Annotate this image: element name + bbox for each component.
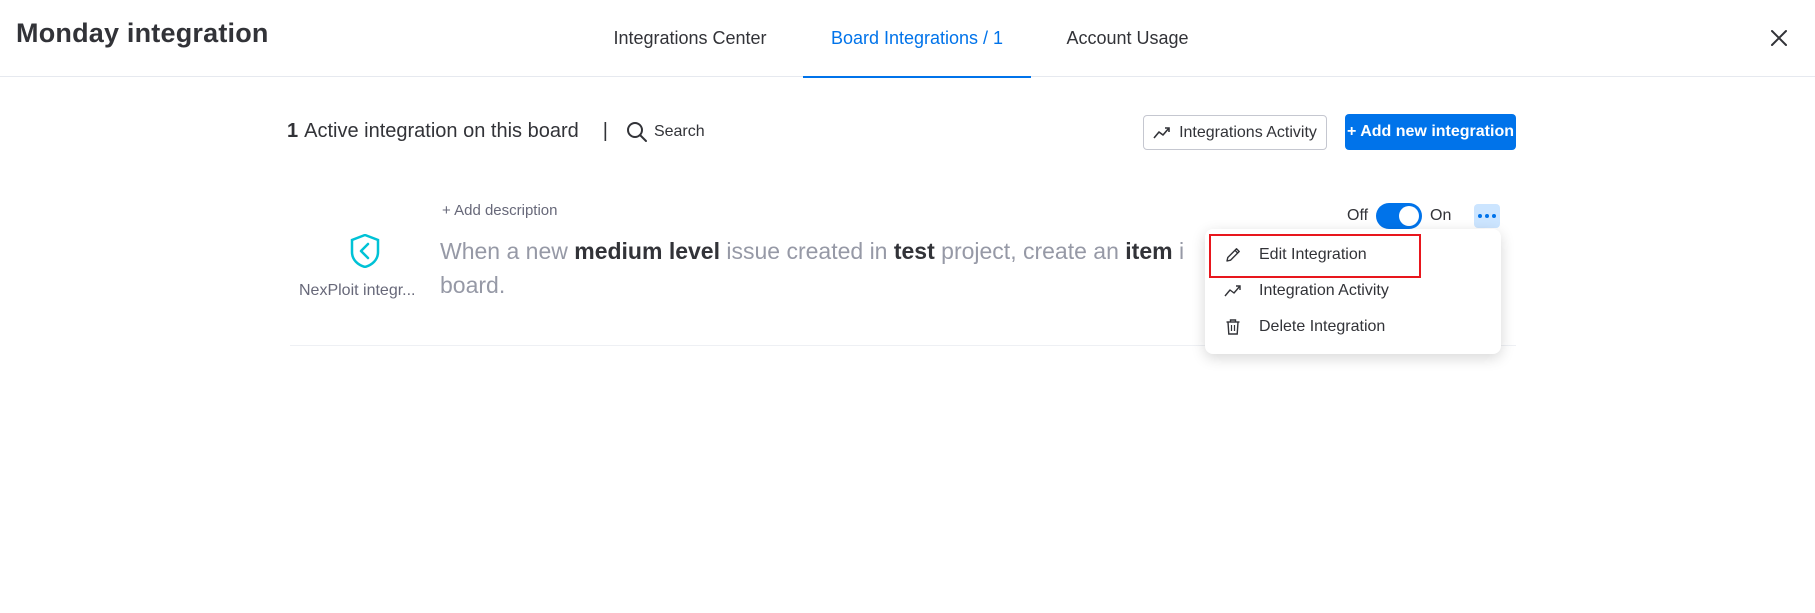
integration-app-name: NexPloit integr...: [299, 282, 416, 299]
tab-integrations-center[interactable]: Integrations Center: [594, 0, 786, 77]
recipe-field: item: [1125, 238, 1173, 264]
recipe-field: medium level: [574, 238, 720, 264]
menu-item-label: Delete Integration: [1259, 318, 1386, 335]
recipe-text: When a new: [440, 238, 575, 264]
trash-icon: [1223, 317, 1243, 337]
tab-account-usage[interactable]: Account Usage: [1050, 0, 1205, 77]
search-icon: [626, 121, 647, 142]
toggle-knob: [1399, 206, 1420, 226]
divider: |: [602, 120, 608, 142]
dot: [1478, 214, 1482, 218]
menu-item-label: Edit Integration: [1259, 246, 1367, 263]
integrations-activity-label: Integrations Activity: [1179, 123, 1317, 141]
integration-options-menu: Edit Integration Integration Activity De…: [1205, 229, 1501, 354]
integrations-activity-button[interactable]: Integrations Activity: [1143, 115, 1327, 150]
pencil-icon: [1223, 245, 1243, 265]
dot: [1485, 214, 1489, 218]
search-button[interactable]: Search: [626, 121, 705, 143]
active-integrations-summary: 1 Active integration on this board | Sea…: [287, 120, 705, 143]
add-description-link[interactable]: + Add description: [442, 202, 558, 219]
nexploit-logo-icon: [350, 234, 380, 268]
menu-item-label: Integration Activity: [1259, 282, 1389, 299]
page-title: Monday integration: [16, 18, 269, 48]
active-count: 1: [287, 120, 299, 142]
active-text: Active integration on this board: [304, 120, 579, 142]
more-options-button[interactable]: [1474, 204, 1500, 228]
recipe-text: issue created in: [719, 238, 894, 264]
integration-toggle[interactable]: [1376, 203, 1423, 229]
close-button[interactable]: [1763, 22, 1795, 54]
recipe-text: board.: [440, 272, 506, 298]
dot: [1492, 214, 1496, 218]
integration-toggle-group: Off On: [1347, 203, 1451, 229]
trend-icon: [1223, 281, 1243, 301]
close-icon: [1771, 30, 1787, 46]
trend-icon: [1153, 126, 1170, 139]
menu-item-integration-activity[interactable]: Integration Activity: [1205, 273, 1501, 309]
toggle-off-label: Off: [1347, 207, 1369, 224]
menu-item-delete-integration[interactable]: Delete Integration: [1205, 309, 1501, 345]
toggle-on-label: On: [1430, 207, 1452, 224]
recipe-field: test: [893, 238, 935, 264]
modal-header: Monday integration Integrations Center B…: [0, 0, 1815, 78]
tab-board-integrations[interactable]: Board Integrations / 1: [803, 0, 1031, 78]
search-label: Search: [653, 122, 705, 140]
recipe-text: i: [1172, 238, 1185, 264]
recipe-text: project, create an: [934, 238, 1126, 264]
add-new-integration-button[interactable]: + Add new integration: [1345, 114, 1516, 150]
menu-item-edit-integration[interactable]: Edit Integration: [1205, 237, 1501, 273]
